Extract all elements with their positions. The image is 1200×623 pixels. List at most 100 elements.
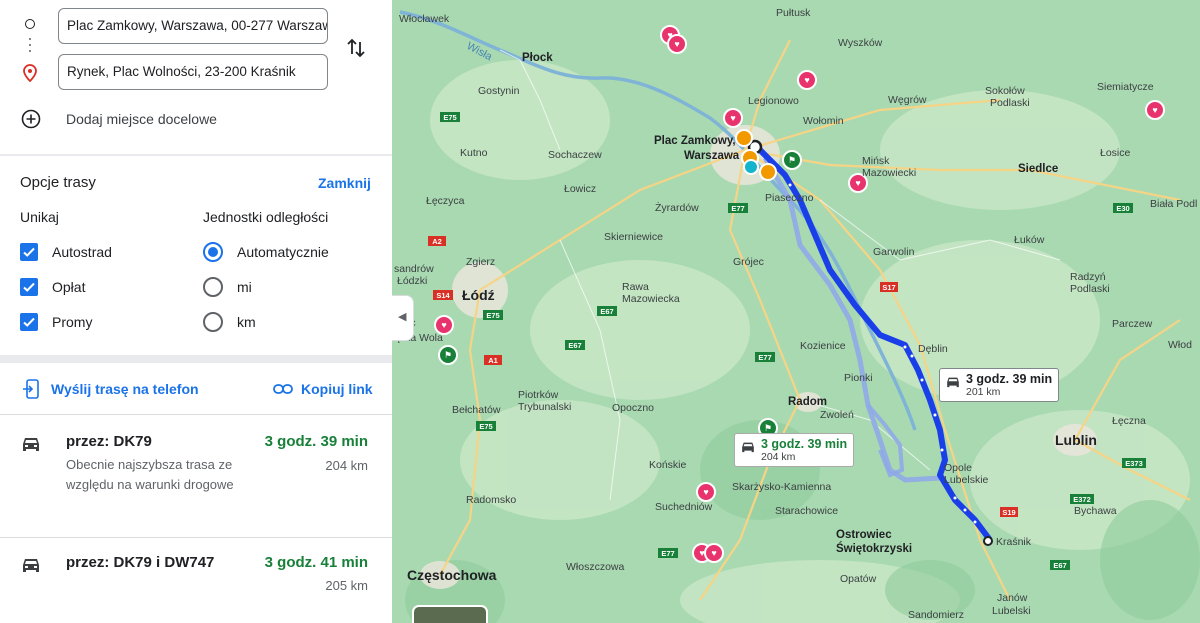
svg-text:⚑: ⚑ bbox=[764, 423, 772, 433]
svg-text:Parczew: Parczew bbox=[1112, 318, 1153, 330]
svg-text:E372: E372 bbox=[1073, 495, 1091, 504]
svg-text:E75: E75 bbox=[443, 113, 456, 122]
svg-text:S17: S17 bbox=[882, 283, 895, 292]
svg-text:E77: E77 bbox=[758, 353, 771, 362]
svg-text:E373: E373 bbox=[1125, 459, 1143, 468]
svg-text:Rawa: Rawa bbox=[622, 281, 649, 293]
svg-text:Świętokrzyski: Świętokrzyski bbox=[836, 542, 912, 555]
svg-text:Żyrardów: Żyrardów bbox=[655, 201, 699, 214]
route-name: przez: DK79 bbox=[66, 433, 152, 450]
map[interactable]: Wisła ♥ ♥ ♥ ♥ ♥ ♥ ♥ ♥ ♥ ♥ ⚑ ⚑ ⚑ E75 E77 … bbox=[392, 0, 1200, 623]
svg-text:♥: ♥ bbox=[804, 75, 809, 85]
svg-text:Skierniewice: Skierniewice bbox=[604, 231, 663, 243]
svg-text:Sochaczew: Sochaczew bbox=[548, 149, 602, 161]
callout-time: 3 godz. 39 min bbox=[761, 437, 848, 451]
send-to-phone-icon[interactable] bbox=[22, 379, 40, 404]
layers-thumbnail bbox=[412, 605, 488, 623]
svg-text:♥: ♥ bbox=[667, 30, 672, 40]
svg-text:Pionki: Pionki bbox=[844, 372, 873, 384]
svg-text:Skarżysko-Kamienna: Skarżysko-Kamienna bbox=[732, 481, 831, 493]
route-distance: 205 km bbox=[325, 578, 368, 593]
svg-text:♥: ♥ bbox=[703, 487, 708, 497]
svg-text:Łosice: Łosice bbox=[1100, 147, 1131, 159]
svg-text:Plac Zamkowy,: Plac Zamkowy, bbox=[654, 135, 736, 147]
svg-text:Grójec: Grójec bbox=[733, 256, 764, 268]
unit-auto-radio[interactable] bbox=[203, 242, 223, 262]
svg-text:Węgrów: Węgrów bbox=[888, 94, 927, 106]
svg-text:Ostrowiec: Ostrowiec bbox=[836, 529, 892, 541]
avoid-title: Unikaj bbox=[20, 209, 59, 225]
svg-text:Bychawa: Bychawa bbox=[1074, 505, 1117, 517]
svg-text:Sokołów: Sokołów bbox=[985, 85, 1025, 97]
svg-text:♥: ♥ bbox=[1152, 105, 1157, 115]
svg-text:Mazowiecka: Mazowiecka bbox=[622, 293, 680, 305]
unit-km-radio[interactable] bbox=[203, 312, 223, 332]
callout-distance: 204 km bbox=[761, 451, 796, 463]
units-title: Jednostki odległości bbox=[203, 209, 329, 225]
destination-input[interactable]: Rynek, Plac Wolności, 23-200 Kraśnik bbox=[58, 54, 328, 90]
destination-pin-icon bbox=[23, 64, 37, 87]
map-canvas[interactable]: Wisła ♥♥♥ ♥♥♥ ♥♥♥ ♥ ⚑⚑⚑ E75 E77 A2 S14 E… bbox=[392, 0, 1200, 623]
svg-text:♥: ♥ bbox=[674, 39, 679, 49]
route-distance: 204 km bbox=[325, 458, 368, 473]
svg-text:Częstochowa: Częstochowa bbox=[407, 567, 497, 583]
directions-panel: Plac Zamkowy, Warszawa, 00-277 Warszawa … bbox=[0, 0, 392, 623]
link-icon[interactable] bbox=[273, 382, 293, 400]
svg-text:S14: S14 bbox=[436, 291, 450, 300]
svg-text:♥: ♥ bbox=[711, 548, 716, 558]
avoid-highways-checkbox[interactable] bbox=[20, 243, 38, 261]
unit-km-label: km bbox=[237, 314, 256, 330]
unit-auto-label: Automatycznie bbox=[237, 244, 329, 260]
close-options-button[interactable]: Zamknij bbox=[318, 175, 371, 191]
svg-text:Włod: Włod bbox=[1168, 339, 1192, 351]
svg-text:Gostynin: Gostynin bbox=[478, 85, 520, 97]
avoid-tolls-checkbox[interactable] bbox=[20, 278, 38, 296]
route-callout-primary[interactable]: 3 godz. 39 min 201 km bbox=[939, 368, 1060, 402]
svg-text:Włocławek: Włocławek bbox=[399, 13, 450, 25]
route-callout-alt[interactable]: 3 godz. 39 min 204 km bbox=[734, 433, 855, 467]
car-icon bbox=[20, 435, 42, 458]
svg-text:♥: ♥ bbox=[855, 178, 860, 188]
add-destination-icon[interactable] bbox=[21, 109, 41, 134]
avoid-highways-label: Autostrad bbox=[52, 244, 112, 260]
collapse-panel-button[interactable]: ◀ bbox=[392, 295, 414, 341]
route-name: przez: DK79 i DW747 bbox=[66, 554, 215, 571]
avoid-tolls-label: Opłat bbox=[52, 279, 86, 295]
origin-icon bbox=[25, 19, 35, 29]
chevron-left-icon: ◀ bbox=[398, 311, 407, 323]
svg-text:⚑: ⚑ bbox=[444, 350, 452, 360]
svg-text:Podlaski: Podlaski bbox=[990, 97, 1030, 109]
svg-text:Suchedniów: Suchedniów bbox=[655, 501, 713, 513]
route-option-1[interactable]: przez: DK79 3 godz. 39 min 204 km Obecni… bbox=[0, 415, 392, 537]
svg-text:Podlaski: Podlaski bbox=[1070, 283, 1110, 295]
route-option-2[interactable]: przez: DK79 i DW747 3 godz. 41 min 205 k… bbox=[0, 538, 392, 623]
destination-marker bbox=[983, 536, 993, 546]
svg-text:sandrów: sandrów bbox=[394, 263, 434, 275]
copy-link-button[interactable]: Kopiuj link bbox=[301, 381, 373, 397]
route-time: 3 godz. 41 min bbox=[264, 554, 368, 571]
unit-mi-radio[interactable] bbox=[203, 277, 223, 297]
svg-text:Piaseczno: Piaseczno bbox=[765, 192, 814, 204]
avoid-ferries-checkbox[interactable] bbox=[20, 313, 38, 331]
add-destination-button[interactable]: Dodaj miejsce docelowe bbox=[66, 111, 217, 127]
swap-icon[interactable] bbox=[345, 36, 367, 65]
route-dots-icon bbox=[29, 38, 31, 56]
avoid-ferries-label: Promy bbox=[52, 314, 93, 330]
svg-text:Kraśnik: Kraśnik bbox=[996, 536, 1032, 548]
svg-text:Łęczyca: Łęczyca bbox=[426, 195, 465, 207]
callout-time: 3 godz. 39 min bbox=[966, 372, 1053, 386]
svg-text:♥: ♥ bbox=[730, 113, 735, 123]
svg-text:E67: E67 bbox=[568, 341, 581, 350]
divider bbox=[0, 154, 392, 156]
svg-text:Opole: Opole bbox=[944, 462, 972, 474]
origin-input[interactable]: Plac Zamkowy, Warszawa, 00-277 Warszawa bbox=[58, 8, 328, 44]
send-to-phone-button[interactable]: Wyślij trasę na telefon bbox=[51, 381, 199, 397]
svg-text:E77: E77 bbox=[661, 549, 674, 558]
svg-text:E75: E75 bbox=[486, 311, 499, 320]
svg-text:Kozienice: Kozienice bbox=[800, 340, 846, 352]
svg-text:Zgierz: Zgierz bbox=[466, 256, 495, 268]
svg-text:Lublin: Lublin bbox=[1055, 432, 1097, 448]
svg-text:A2: A2 bbox=[432, 237, 442, 246]
svg-text:Łęczna: Łęczna bbox=[1112, 415, 1146, 427]
svg-text:Opatów: Opatów bbox=[840, 573, 877, 585]
